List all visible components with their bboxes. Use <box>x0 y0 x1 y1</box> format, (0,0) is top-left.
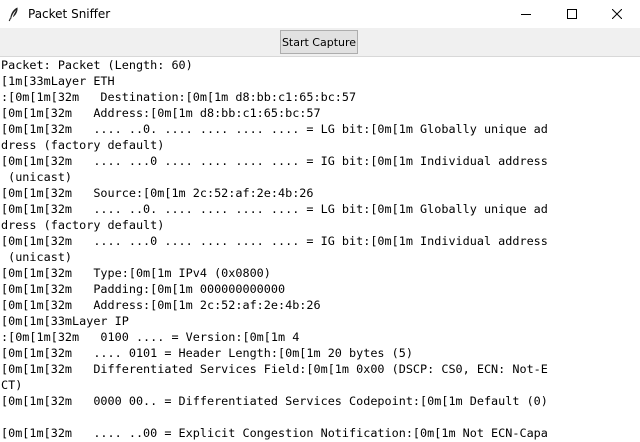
output-line: Packet: Packet (Length: 60) <box>0 57 640 73</box>
minimize-icon <box>521 9 531 19</box>
output-line: [0m[1m[32m .... ..00 = Explicit Conge… <box>0 425 640 441</box>
close-button[interactable] <box>594 0 640 28</box>
maximize-button[interactable] <box>549 0 595 28</box>
output-line: [0m[1m[32m Source:[0m[1m 2c:52:af:2… <box>0 185 640 201</box>
output-line: [0m[1m[32m Address:[0m[1m 2c:52:af:… <box>0 297 640 313</box>
title-bar[interactable]: Packet Sniffer <box>0 0 640 28</box>
output-line: [0m[1m[32m Address:[0m[1m d8:bb:c1:… <box>0 105 640 121</box>
output-line: [0m[1m[32m .... ...0 .... .... .... .… <box>0 233 640 249</box>
output-line: CT) <box>0 377 640 393</box>
output-line: [0m[1m[32m Differentiated Services Fi… <box>0 361 640 377</box>
output-line: dress (factory default) <box>0 137 640 153</box>
output-line: dress (factory default) <box>0 217 640 233</box>
start-capture-button[interactable]: Start Capture <box>280 30 358 54</box>
output-line <box>0 409 640 425</box>
output-line: [0m[1m[32m .... ...0 .... .... .... .… <box>0 153 640 169</box>
output-line: [0m[1m[32m .... ..0. .... .... .... .… <box>0 201 640 217</box>
output-line: [0m[1m[32m .... 0101 = Header Length:… <box>0 345 640 361</box>
minimize-button[interactable] <box>503 0 549 28</box>
output-line: :[0m[1m[32m Destination:[0m[1m d8:b… <box>0 89 640 105</box>
output-line: [1m[33mLayer ETH <box>0 73 640 89</box>
window-title: Packet Sniffer <box>28 7 110 21</box>
output-line: [0m[1m[32m 0000 00.. = Differentiated… <box>0 393 640 409</box>
output-line: :[0m[1m[32m 0100 .... = Version:[0m… <box>0 329 640 345</box>
output-line: (unicast) <box>0 249 640 265</box>
output-line: [0m[1m[32m Type:[0m[1m IPv4 (0x0800… <box>0 265 640 281</box>
maximize-icon <box>567 9 577 19</box>
output-line: [0m[1m[32m .... ..0. .... .... .... .… <box>0 121 640 137</box>
capture-output-text[interactable]: Packet: Packet (Length: 60) [1m[33mLaye… <box>0 56 640 442</box>
output-line: (unicast) <box>0 169 640 185</box>
close-icon <box>612 9 622 19</box>
output-line: [0m[1m[33mLayer IP <box>0 313 640 329</box>
output-line: [0m[1m[32m Padding:[0m[1m 000000000… <box>0 281 640 297</box>
feather-icon <box>6 6 22 22</box>
